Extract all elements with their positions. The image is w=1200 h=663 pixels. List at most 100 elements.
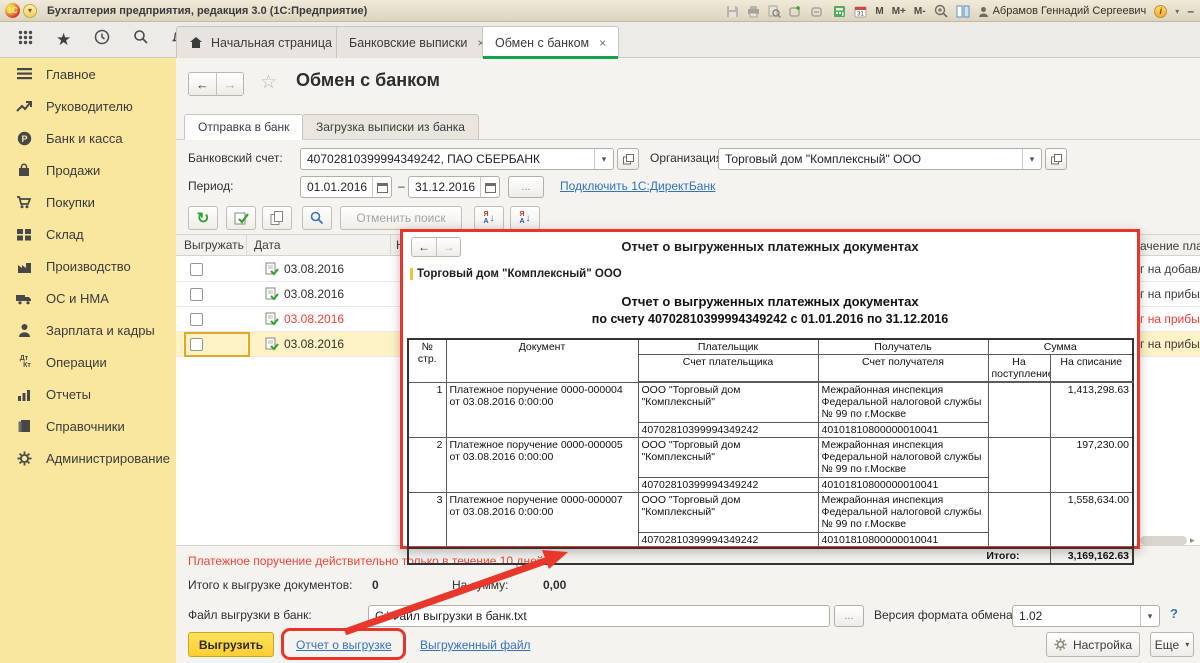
- sidebar-item-reports[interactable]: Отчеты: [0, 378, 176, 410]
- col-purpose-clipped[interactable]: ачение плате: [1140, 239, 1200, 253]
- memory-m-plus-button[interactable]: М+: [892, 6, 906, 17]
- print-preview-icon[interactable]: [768, 5, 781, 18]
- select-all-button[interactable]: [226, 206, 256, 230]
- sidebar-item-purchases[interactable]: Покупки: [0, 186, 176, 218]
- split-panels-icon[interactable]: [956, 5, 970, 18]
- chevron-down-icon[interactable]: ▾: [1022, 149, 1041, 169]
- annotation-highlight-report-link: [281, 628, 406, 660]
- col-date[interactable]: Дата: [254, 238, 281, 252]
- minimize-button[interactable]: –: [1187, 4, 1194, 18]
- memory-m-minus-button[interactable]: М-: [914, 6, 926, 17]
- period-more-button[interactable]: ...: [508, 176, 544, 198]
- sidebar: Главное Руководителю РБанк и касса Прода…: [0, 58, 176, 663]
- directbank-link[interactable]: Подключить 1С:ДиректБанк: [560, 179, 715, 193]
- format-input[interactable]: 1.02 ▾: [1012, 605, 1160, 627]
- favorite-star-icon[interactable]: ☆: [260, 71, 277, 94]
- row-date: 03.08.2016: [284, 312, 344, 326]
- find-button[interactable]: [302, 206, 332, 230]
- report-row[interactable]: 3 Платежное поручение 0000-000007 от 03.…: [408, 492, 1133, 532]
- tab-send-to-bank[interactable]: Отправка в банк: [184, 114, 303, 140]
- forward-button[interactable]: →: [216, 73, 243, 95]
- save-icon[interactable]: [726, 5, 739, 18]
- upload-checkbox[interactable]: [190, 288, 203, 301]
- tab-bank-exchange[interactable]: Обмен с банком ×: [482, 26, 619, 58]
- document-icon: [264, 312, 279, 330]
- horizontal-scrollbar[interactable]: [1140, 536, 1187, 545]
- history-clock-icon[interactable]: [94, 29, 110, 50]
- upload-checkbox[interactable]: [190, 263, 203, 276]
- row-date: 03.08.2016: [284, 262, 344, 276]
- cancel-search-button[interactable]: Отменить поиск: [340, 206, 462, 230]
- file-browse-button[interactable]: ...: [834, 605, 864, 627]
- period-from-input[interactable]: 01.01.2016: [300, 176, 392, 198]
- main-menu-chevron-icon[interactable]: ▾: [23, 4, 37, 18]
- upload-button[interactable]: Выгрузить: [188, 632, 274, 657]
- sidebar-item-main[interactable]: Главное: [0, 58, 176, 90]
- calculator-icon[interactable]: [833, 5, 846, 18]
- col-upload[interactable]: Выгружать: [184, 238, 244, 252]
- zoom-in-icon[interactable]: [934, 4, 948, 18]
- organization-input[interactable]: Торговый дом "Комплексный" ООО ▾: [718, 148, 1042, 170]
- chevron-down-icon[interactable]: ▾: [594, 149, 613, 169]
- application-window: 1С ▾ Бухгалтерия предприятия, редакция 3…: [0, 0, 1200, 663]
- sidebar-item-production[interactable]: Производство: [0, 250, 176, 282]
- report-row[interactable]: 2 Платежное поручение 0000-000005 от 03.…: [408, 437, 1133, 477]
- user-name: Абрамов Геннадий Сергеевич: [993, 5, 1147, 17]
- organization-open-button[interactable]: [1045, 148, 1067, 170]
- scroll-right-icon[interactable]: ▸: [1190, 535, 1195, 546]
- report-organization[interactable]: Торговый дом "Комплексный" ООО: [410, 268, 622, 280]
- calendar-icon[interactable]: [372, 177, 391, 197]
- sort-desc-button[interactable]: ЯА↓: [510, 206, 540, 230]
- bank-account-label: Банковский счет:: [188, 151, 283, 165]
- col-sum: Сумма: [988, 339, 1133, 355]
- row-date: 03.08.2016: [284, 337, 344, 351]
- sidebar-item-warehouse[interactable]: Склад: [0, 218, 176, 250]
- sidebar-item-bank-cash[interactable]: РБанк и касса: [0, 122, 176, 154]
- close-icon[interactable]: ×: [599, 36, 606, 50]
- sidebar-item-payroll[interactable]: Зарплата и кадры: [0, 314, 176, 346]
- menu-icon: [15, 66, 33, 82]
- refresh-button[interactable]: ↻: [188, 206, 218, 230]
- report-subtitle: по счету 40702810399994349242 с 01.01.20…: [403, 312, 1137, 326]
- search-icon[interactable]: [133, 29, 149, 50]
- trend-icon: [15, 98, 33, 114]
- back-button[interactable]: ←: [189, 73, 216, 95]
- favorites-star-icon[interactable]: ★: [56, 30, 71, 50]
- bag-icon: [15, 162, 33, 178]
- copy-button[interactable]: [262, 206, 292, 230]
- 1c-logo-icon[interactable]: 1С: [5, 3, 20, 18]
- sidebar-item-fixed-assets[interactable]: ОС и НМА: [0, 282, 176, 314]
- info-icon[interactable]: i: [1154, 5, 1167, 18]
- sidebar-item-sales[interactable]: Продажи: [0, 154, 176, 186]
- chevron-down-icon[interactable]: ▾: [1140, 606, 1159, 626]
- bar-chart-icon: [15, 386, 33, 402]
- titlebar-chevron-icon[interactable]: ▾: [1175, 7, 1179, 16]
- calendar-icon[interactable]: 31: [854, 5, 867, 18]
- upload-checkbox[interactable]: [190, 313, 203, 326]
- sidebar-item-directories[interactable]: Справочники: [0, 410, 176, 442]
- sort-asc-button[interactable]: ЯА↓: [474, 206, 504, 230]
- memory-m-button[interactable]: М: [875, 6, 883, 17]
- tab-load-statement[interactable]: Загрузка выписки из банка: [302, 114, 479, 140]
- tab-home[interactable]: Начальная страница: [176, 26, 345, 58]
- tab-bank-statements[interactable]: Банковские выписки ×: [336, 26, 497, 58]
- bank-account-open-button[interactable]: [617, 148, 639, 170]
- attach-icon[interactable]: [811, 5, 825, 18]
- sidebar-item-operations[interactable]: ДтКтОперации: [0, 346, 176, 378]
- report-row[interactable]: 1 Платежное поручение 0000-000004 от 03.…: [408, 382, 1133, 422]
- attach-add-icon[interactable]: [789, 5, 803, 18]
- history-nav: ← →: [188, 72, 244, 96]
- report-title: Отчет о выгруженных платежных документах: [403, 294, 1137, 309]
- period-to-input[interactable]: 31.12.2016: [408, 176, 500, 198]
- sidebar-item-manager[interactable]: Руководителю: [0, 90, 176, 122]
- user-chip[interactable]: Абрамов Геннадий Сергеевич: [978, 5, 1147, 17]
- calendar-icon[interactable]: [480, 177, 499, 197]
- sidebar-item-administration[interactable]: Администрирование: [0, 442, 176, 474]
- help-link[interactable]: ?: [1170, 606, 1178, 621]
- more-actions-button[interactable]: Еще ▾: [1150, 632, 1194, 657]
- apps-grid-icon[interactable]: [18, 30, 33, 50]
- settings-button[interactable]: Настройка: [1046, 632, 1140, 657]
- print-icon[interactable]: [747, 5, 760, 18]
- dialog-title: Отчет о выгруженных платежных документах: [403, 239, 1137, 254]
- bank-account-input[interactable]: 40702810399994349242, ПАО СБЕРБАНК ▾: [300, 148, 614, 170]
